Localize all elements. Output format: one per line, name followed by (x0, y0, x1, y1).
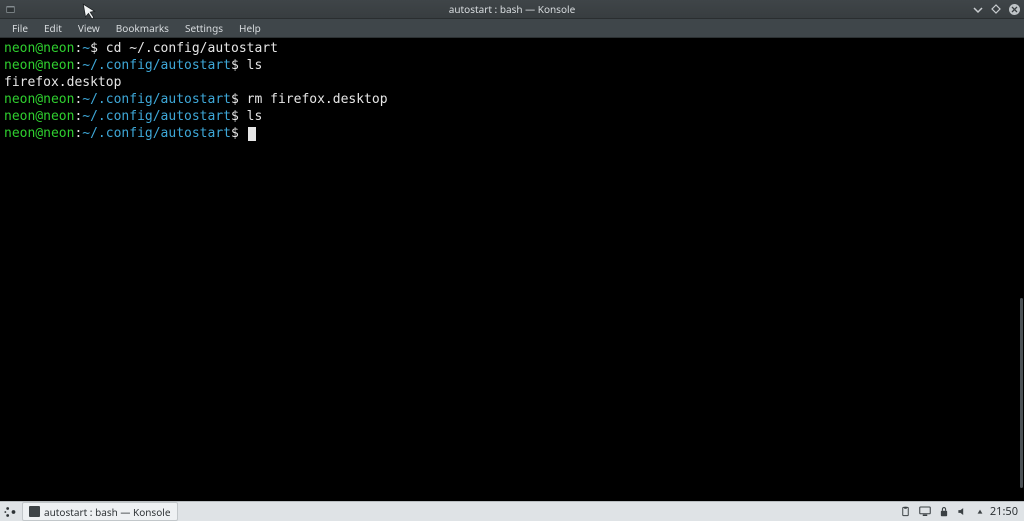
window-controls (972, 3, 1020, 15)
terminal-command: ls (247, 58, 263, 73)
terminal-view[interactable]: neon@neon:~$ cd ~/.config/autostartneon@… (0, 38, 1024, 508)
prompt-path: ~/.config/autostart (82, 126, 231, 141)
prompt-user: neon@neon (4, 109, 74, 124)
prompt-symbol: $ (231, 126, 247, 141)
terminal-line: neon@neon:~/.config/autostart$ ls (4, 57, 1020, 74)
clipboard-icon[interactable] (900, 506, 911, 517)
terminal-output: firefox.desktop (4, 75, 121, 90)
display-icon[interactable] (919, 506, 931, 517)
menu-file[interactable]: File (4, 19, 36, 37)
prompt-symbol: $ (231, 92, 247, 107)
terminal-command: cd ~/.config/autostart (106, 41, 278, 56)
prompt-user: neon@neon (4, 58, 74, 73)
prompt-symbol: $ (231, 58, 247, 73)
prompt-path: ~ (82, 41, 90, 56)
prompt-user: neon@neon (4, 126, 74, 141)
prompt-path: ~/.config/autostart (82, 92, 231, 107)
terminal-line: neon@neon:~/.config/autostart$ (4, 125, 1020, 142)
terminal-line: neon@neon:~$ cd ~/.config/autostart (4, 40, 1020, 57)
terminal-line: neon@neon:~/.config/autostart$ ls (4, 108, 1020, 125)
prompt-path: ~/.config/autostart (82, 109, 231, 124)
close-button[interactable] (1008, 3, 1020, 15)
terminal-command: rm firefox.desktop (247, 92, 388, 107)
system-tray (894, 506, 990, 517)
panel-clock[interactable]: 21:50 (990, 504, 1024, 519)
prompt-symbol: $ (231, 109, 247, 124)
window-titlebar: autostart : bash — Konsole (0, 0, 1024, 19)
taskbar-entry-label: autostart : bash — Konsole (44, 505, 171, 519)
taskbar-entry-konsole[interactable]: autostart : bash — Konsole (22, 502, 178, 521)
menubar: File Edit View Bookmarks Settings Help (0, 19, 1024, 38)
prompt-user: neon@neon (4, 41, 74, 56)
volume-icon[interactable] (957, 506, 968, 517)
taskbar: autostart : bash — Konsole 21:50 (0, 501, 1024, 521)
application-launcher-icon[interactable] (1, 503, 19, 521)
terminal-line: neon@neon:~/.config/autostart$ rm firefo… (4, 91, 1020, 108)
window-title: autostart : bash — Konsole (449, 2, 576, 16)
terminal-command: ls (247, 109, 263, 124)
prompt-path: ~/.config/autostart (82, 58, 231, 73)
menu-edit[interactable]: Edit (36, 19, 70, 37)
app-icon (4, 3, 16, 15)
minimize-button[interactable] (972, 3, 984, 15)
prompt-symbol: $ (90, 41, 106, 56)
menu-settings[interactable]: Settings (177, 19, 231, 37)
scrollbar-thumb[interactable] (1020, 298, 1023, 488)
terminal-cursor (248, 127, 256, 141)
menu-view[interactable]: View (70, 19, 108, 37)
lock-icon[interactable] (939, 506, 949, 517)
menu-bookmarks[interactable]: Bookmarks (108, 19, 177, 37)
maximize-button[interactable] (990, 3, 1002, 15)
menu-help[interactable]: Help (231, 19, 269, 37)
konsole-icon (29, 506, 40, 517)
prompt-user: neon@neon (4, 92, 74, 107)
terminal-line: firefox.desktop (4, 74, 1020, 91)
tray-expand-icon[interactable] (976, 508, 984, 516)
